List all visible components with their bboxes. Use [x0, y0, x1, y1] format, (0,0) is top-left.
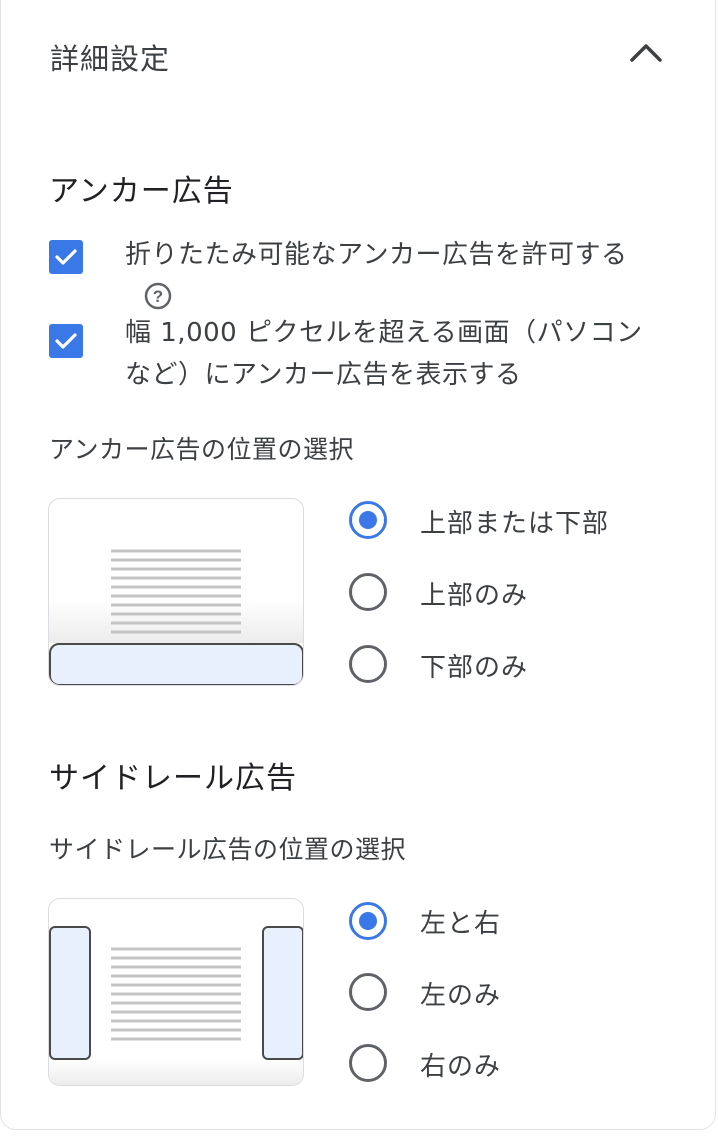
radio-side-rail-left-only[interactable] — [348, 972, 388, 1012]
anchor-ads-title: アンカー広告 — [49, 174, 234, 209]
anchor-position-illustration — [48, 498, 304, 686]
show-anchor-large-screen-label-line1: 幅 1,000 ピクセルを超える画面（パソコン — [125, 318, 643, 348]
side-rail-position-illustration — [48, 898, 304, 1086]
radio-label-side-rail-left-only: 左のみ — [420, 981, 502, 1011]
allow-collapsible-anchor-label: 折りたたみ可能なアンカー広告を許可する — [125, 240, 628, 270]
allow-collapsible-anchor-checkbox[interactable] — [49, 240, 83, 274]
radio-label-anchor-top-only: 上部のみ — [420, 581, 529, 611]
radio-anchor-bottom-only[interactable] — [348, 644, 388, 684]
radio-label-side-rail-left-and-right: 左と右 — [420, 909, 502, 939]
check-icon — [55, 333, 77, 349]
anchor-position-label: アンカー広告の位置の選択 — [49, 435, 355, 464]
radio-label-side-rail-right-only: 右のみ — [420, 1052, 502, 1082]
chevron-up-icon[interactable] — [628, 40, 664, 64]
settings-header-title: 詳細設定 — [50, 42, 171, 76]
svg-text:?: ? — [153, 287, 163, 306]
radio-label-anchor-bottom-only: 下部のみ — [420, 653, 529, 683]
side-rail-position-label: サイドレール広告の位置の選択 — [49, 835, 407, 864]
radio-label-anchor-top-or-bottom: 上部または下部 — [420, 509, 610, 539]
radio-side-rail-right-only[interactable] — [348, 1043, 388, 1083]
radio-side-rail-left-and-right[interactable] — [348, 901, 388, 941]
radio-anchor-top-or-bottom[interactable] — [348, 500, 388, 540]
help-icon[interactable]: ? — [143, 281, 173, 311]
side-rail-ads-title: サイドレール広告 — [49, 761, 297, 796]
check-icon — [55, 249, 77, 265]
show-anchor-large-screen-label-line2: など）にアンカー広告を表示する — [125, 360, 522, 390]
show-anchor-large-screen-checkbox[interactable] — [49, 324, 83, 358]
radio-anchor-top-only[interactable] — [348, 572, 388, 612]
